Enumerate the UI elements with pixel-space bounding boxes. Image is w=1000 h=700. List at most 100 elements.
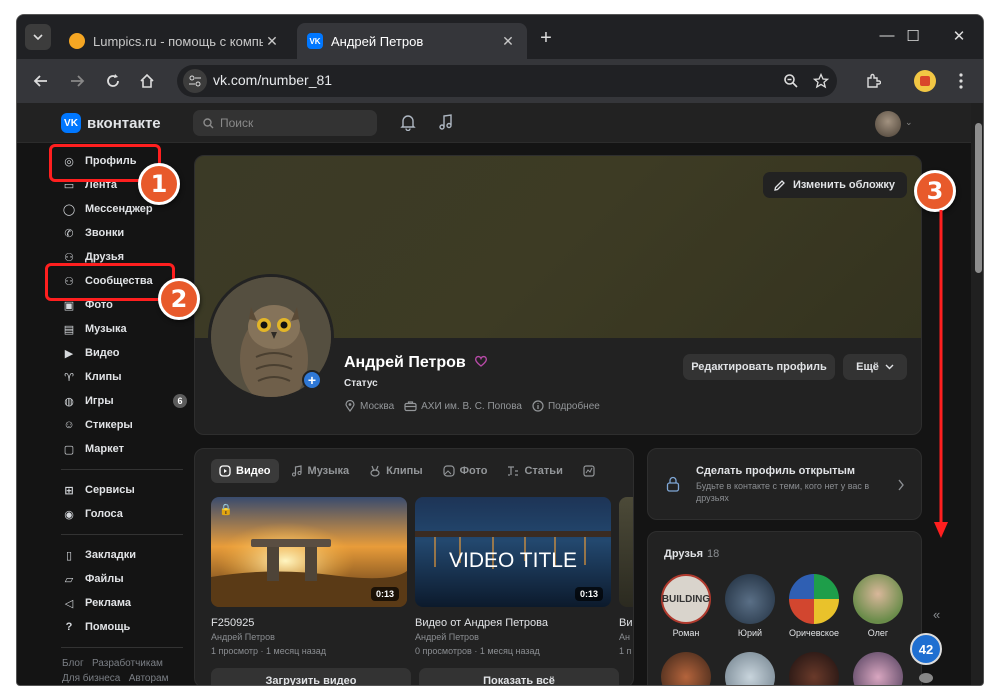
tab-search-button[interactable] (25, 24, 51, 50)
video-duration: 0:13 (370, 587, 399, 601)
site-info-icon[interactable] (183, 69, 207, 93)
profile-name: Андрей Петров (344, 354, 488, 372)
sidebar-item[interactable]: ◍ Игры 6 (57, 389, 187, 413)
menu-kebab-icon[interactable] (949, 69, 973, 93)
profile-status[interactable]: Статус (344, 378, 378, 389)
tab-lumpics[interactable]: Lumpics.ru - помощь с компью ✕ (59, 23, 291, 59)
sidebar-item-label: Закладки (85, 549, 137, 561)
profile-details-link[interactable]: Подробнее (532, 400, 600, 412)
zoom-icon[interactable] (779, 69, 803, 93)
add-photo-button[interactable]: + (302, 370, 322, 390)
tab-more[interactable] (575, 459, 603, 483)
sidebar-item-label: Клипы (85, 371, 122, 383)
tab-video[interactable]: Видео (211, 459, 279, 483)
friend-avatar (725, 574, 775, 624)
scrollbar-thumb[interactable] (975, 123, 982, 273)
sidebar-item[interactable]: ◉ Голоса (57, 502, 187, 526)
open-profile-card[interactable]: Сделать профиль открытым Будьте в контак… (647, 448, 922, 520)
vk-logo[interactable]: VK вконтакте (61, 113, 161, 133)
friend-item[interactable]: Олег (848, 574, 908, 638)
music-note-icon[interactable] (437, 113, 457, 133)
open-profile-title: Сделать профиль открытым (696, 465, 856, 477)
vk-logo-mark: VK (61, 113, 81, 133)
tab-articles[interactable]: Статьи (499, 459, 570, 483)
bookmark-star-icon[interactable] (809, 69, 833, 93)
friend-item[interactable] (848, 652, 908, 685)
tab-photo[interactable]: Фото (435, 459, 496, 483)
more-button[interactable]: Ещё (843, 354, 907, 380)
new-tab-button[interactable]: + (535, 27, 557, 49)
close-icon[interactable]: ✕ (263, 33, 281, 50)
vk-search-input[interactable]: Поиск (193, 110, 377, 136)
footer-links: Блог Разработчикам Для бизнеса Авторам (57, 656, 187, 685)
heart-emoji-icon[interactable] (474, 354, 488, 368)
friend-item[interactable] (656, 652, 716, 685)
video-title[interactable]: Видео от Андрея Петрова (415, 617, 548, 629)
sidebar-item[interactable]: ▶ Видео (57, 341, 187, 365)
sidebar-item[interactable]: ⊞ Сервисы (57, 478, 187, 502)
footer-link[interactable]: Разработчикам (92, 658, 163, 669)
video-author[interactable]: Ан (619, 632, 630, 642)
bell-icon[interactable] (399, 113, 419, 133)
footer-link[interactable]: Авторам (129, 673, 169, 684)
profile-avatar-icon[interactable] (913, 69, 937, 93)
market-icon: ▢ (63, 443, 75, 456)
sidebar-item[interactable]: ◁ Реклама (57, 591, 187, 615)
scroll-down-arrow (934, 210, 948, 538)
url-text[interactable]: vk.com/number_81 (213, 72, 332, 88)
chat-bubble-icon[interactable] (919, 673, 933, 683)
video-title[interactable]: F250925 (211, 617, 254, 629)
collapse-chevron-icon[interactable]: « (933, 607, 940, 622)
maximize-icon[interactable]: ☐ (901, 27, 925, 47)
forward-icon[interactable] (65, 69, 89, 93)
sidebar-item[interactable]: ♈ Клипы (57, 365, 187, 389)
friend-item[interactable] (720, 652, 780, 685)
show-all-button[interactable]: Показать всё (419, 668, 619, 685)
friends-header[interactable]: Друзья 18 (664, 548, 719, 560)
footer-link[interactable]: Блог (62, 658, 84, 669)
reload-icon[interactable] (101, 69, 125, 93)
friend-item[interactable] (784, 652, 844, 685)
video-author[interactable]: Андрей Петров (211, 632, 275, 642)
change-cover-button[interactable]: Изменить обложку (762, 172, 907, 198)
header-avatar[interactable] (875, 111, 901, 137)
sidebar-item[interactable]: ▤ Музыка (57, 317, 187, 341)
video-stats: 1 просмотр · 1 месяц назад (211, 646, 327, 656)
friend-item[interactable]: BUILDING Роман (656, 574, 716, 638)
sidebar-item[interactable]: ☺ Стикеры (57, 413, 187, 437)
photo-icon (443, 465, 455, 477)
close-window-icon[interactable]: ✕ (947, 27, 971, 47)
address-bar[interactable]: vk.com/number_81 (177, 65, 837, 97)
tab-music[interactable]: Музыка (283, 459, 358, 483)
friend-item[interactable]: Юрий (720, 574, 780, 638)
close-icon[interactable]: ✕ (499, 33, 517, 50)
back-icon[interactable] (29, 69, 53, 93)
tab-clips[interactable]: Клипы (361, 459, 431, 483)
video-thumbnail[interactable] (619, 497, 633, 607)
tab-vk-profile[interactable]: VK Андрей Петров ✕ (297, 23, 527, 59)
chevron-down-icon[interactable]: ⌄ (905, 117, 913, 128)
video-thumbnail[interactable]: 🔒 0:13 (211, 497, 407, 607)
browser-window: Lumpics.ru - помощь с компью ✕ VK Андрей… (16, 14, 984, 686)
video-author[interactable]: Андрей Петров (415, 632, 479, 642)
home-icon[interactable] (135, 69, 159, 93)
friend-item[interactable]: Оричевское (784, 574, 844, 638)
phone-icon: ✆ (64, 227, 74, 240)
music-icon (291, 465, 302, 477)
sidebar-item[interactable]: ▢ Маркет (57, 437, 187, 461)
sidebar-item[interactable]: ▯ Закладки (57, 543, 187, 567)
scrollbar[interactable] (971, 103, 983, 685)
video-title[interactable]: Ви (619, 617, 632, 629)
footer-link[interactable]: Для бизнеса (62, 673, 120, 684)
edit-profile-button[interactable]: Редактировать профиль (683, 354, 835, 380)
chevron-right-icon (898, 479, 904, 491)
sidebar-item[interactable]: ▱ Файлы (57, 567, 187, 591)
sidebar-item[interactable]: ✆ Звонки (57, 221, 187, 245)
upload-video-button[interactable]: Загрузить видео (211, 668, 411, 685)
sidebar-item-label: Голоса (85, 508, 123, 520)
video-thumbnail[interactable]: VIDEO TITLE 0:13 (415, 497, 611, 607)
extensions-icon[interactable] (861, 69, 885, 93)
minimize-icon[interactable]: — (875, 27, 899, 47)
side-chat-badge[interactable]: 42 (910, 633, 942, 665)
sidebar-item[interactable]: ? Помощь (57, 615, 187, 639)
